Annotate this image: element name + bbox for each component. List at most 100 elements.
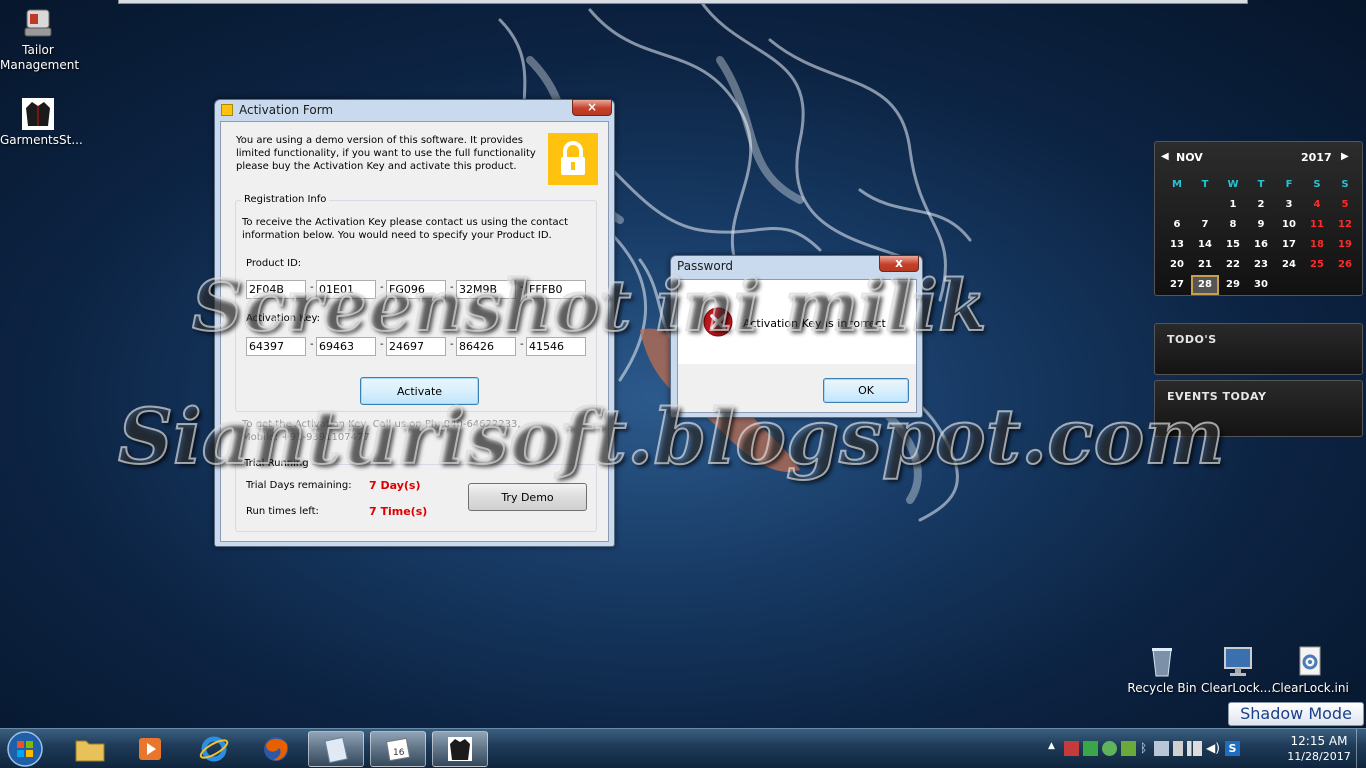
taskbar-explorer[interactable] — [62, 731, 118, 767]
calendar-day[interactable]: 10 — [1275, 215, 1303, 235]
separator: - — [450, 339, 454, 350]
weekday: S — [1313, 179, 1321, 190]
calendar-day[interactable]: 21 — [1191, 255, 1219, 275]
window-title: Activation Form — [239, 103, 334, 117]
taskbar-calendar-app[interactable]: 16 — [370, 731, 426, 767]
taskbar-garments-app[interactable] — [432, 731, 488, 767]
desktop-icon-garments[interactable]: GarmentsSt... — [0, 98, 83, 148]
calendar-day[interactable]: 27 — [1163, 275, 1191, 295]
calendar-day[interactable]: 3 — [1275, 195, 1303, 215]
calendar-day[interactable]: 23 — [1247, 255, 1275, 275]
product-id-field-5[interactable]: FFFB0 — [526, 280, 586, 299]
activation-key-field-4[interactable]: 86426 — [456, 337, 516, 356]
product-id-field-3[interactable]: FG096 — [386, 280, 446, 299]
calendar-day[interactable]: 17 — [1275, 235, 1303, 255]
display-icon[interactable] — [1154, 741, 1169, 756]
calendar-day[interactable]: 14 — [1191, 235, 1219, 255]
start-button[interactable] — [4, 730, 46, 768]
product-id-field-2[interactable]: 01E01 — [316, 280, 376, 299]
calendar-day[interactable]: 8 — [1219, 215, 1247, 235]
calendar-day[interactable]: 2 — [1247, 195, 1275, 215]
product-id-field-1[interactable]: 2F04B — [246, 280, 306, 299]
calendar-day[interactable]: 20 — [1163, 255, 1191, 275]
calendar-day[interactable]: 15 — [1219, 235, 1247, 255]
calendar-day[interactable]: 7 — [1191, 215, 1219, 235]
calendar-day[interactable]: 22 — [1219, 255, 1247, 275]
close-button[interactable]: x — [879, 255, 919, 272]
desktop-icon-label: GarmentsSt... — [0, 133, 83, 147]
jacket-icon — [448, 737, 472, 761]
calendar-day[interactable]: 30 — [1247, 275, 1275, 295]
calendar-day[interactable]: 13 — [1163, 235, 1191, 255]
calendar-day[interactable]: 11 — [1303, 215, 1331, 235]
todos-title: TODO'S — [1167, 333, 1217, 346]
taskbar-media-player[interactable] — [122, 731, 178, 767]
calendar-day[interactable]: 4 — [1303, 195, 1331, 215]
events-gadget[interactable]: EVENTS TODAY — [1154, 380, 1363, 437]
desktop-icon-clearlock[interactable]: ClearLock.... — [1200, 644, 1276, 696]
desktop-icon-tailor-management[interactable]: Tailor Management — [0, 6, 79, 73]
show-desktop-button[interactable] — [1356, 729, 1366, 768]
volume-icon[interactable]: ◀) — [1206, 741, 1221, 756]
desktop-icon-clearlock-ini[interactable]: ClearLock.ini — [1272, 644, 1349, 696]
calendar-day[interactable]: 16 — [1247, 235, 1275, 255]
firefox-icon — [264, 737, 288, 761]
desktop-icon-recycle-bin[interactable]: Recycle Bin — [1124, 644, 1200, 696]
activate-button[interactable]: Activate — [360, 377, 479, 405]
internet-explorer-icon — [199, 736, 229, 762]
activation-key-field-5[interactable]: 41546 — [526, 337, 586, 356]
calendar-grid: M T W T F S S 1 2 3 4 5 6 7 8 9 10 11 12… — [1163, 175, 1359, 295]
bluetooth-icon[interactable]: ᛒ — [1140, 741, 1150, 756]
check-icon[interactable] — [1083, 741, 1098, 756]
device-icon[interactable] — [1173, 741, 1183, 756]
app-s-icon[interactable]: S — [1225, 741, 1240, 756]
registration-info-text: To receive the Activation Key please con… — [242, 217, 569, 241]
calendar-day[interactable]: 24 — [1275, 255, 1303, 275]
ok-button[interactable]: OK — [823, 378, 909, 403]
show-hidden-icons-icon[interactable]: ▲ — [1048, 741, 1060, 756]
calendar-day[interactable]: 26 — [1331, 255, 1359, 275]
calendar-day[interactable]: 9 — [1247, 215, 1275, 235]
calendar-gadget: ◀ NOV 2017 ▶ M T W T F S S 1 2 3 4 5 6 7… — [1154, 141, 1363, 296]
signal-icon[interactable] — [1187, 741, 1202, 756]
taskbar: 16 ▲ ᛒ ◀) S 12:15 AM 11/28/2017 — [0, 728, 1366, 768]
calendar-day[interactable] — [1163, 195, 1191, 215]
flag-icon[interactable] — [1064, 741, 1079, 756]
calendar-day[interactable]: 6 — [1163, 215, 1191, 235]
calendar-day[interactable]: 18 — [1303, 235, 1331, 255]
activation-key-field-1[interactable]: 64397 — [246, 337, 306, 356]
calendar-day-today[interactable]: 28 — [1191, 275, 1219, 295]
close-button[interactable]: × — [572, 99, 612, 116]
update-icon[interactable] — [1121, 741, 1136, 756]
activation-key-field-3[interactable]: 24697 — [386, 337, 446, 356]
calendar-day[interactable]: 1 — [1219, 195, 1247, 215]
prev-month-icon[interactable]: ◀ — [1161, 151, 1169, 162]
todos-gadget[interactable]: TODO'S — [1154, 323, 1363, 375]
monitor-icon — [1221, 644, 1255, 678]
network-share-icon[interactable] — [1102, 741, 1117, 756]
taskbar-notepad[interactable] — [308, 731, 364, 767]
calendar-day[interactable] — [1191, 195, 1219, 215]
next-month-icon[interactable]: ▶ — [1341, 151, 1349, 162]
activation-form-body: You are using a demo version of this sof… — [220, 121, 609, 542]
lock-small-icon — [221, 104, 233, 116]
events-title: EVENTS TODAY — [1167, 390, 1267, 403]
calendar-day[interactable]: 29 — [1219, 275, 1247, 295]
product-id-field-4[interactable]: 32M9B — [456, 280, 516, 299]
error-message: Activation Key is incorrect — [743, 317, 886, 330]
calendar-day[interactable]: 25 — [1303, 255, 1331, 275]
weekday: W — [1227, 179, 1239, 190]
registration-info-title: Registration Info — [241, 194, 330, 205]
shadow-mode-button[interactable]: Shadow Mode — [1228, 702, 1364, 726]
try-demo-button[interactable]: Try Demo — [468, 483, 587, 511]
calendar-day[interactable]: 12 — [1331, 215, 1359, 235]
taskbar-clock[interactable]: 12:15 AM 11/28/2017 — [1282, 734, 1356, 764]
calendar-day[interactable] — [1331, 275, 1359, 295]
taskbar-internet-explorer[interactable] — [186, 731, 242, 767]
calendar-day[interactable]: 19 — [1331, 235, 1359, 255]
calendar-day[interactable] — [1303, 275, 1331, 295]
activation-key-field-2[interactable]: 69463 — [316, 337, 376, 356]
calendar-day[interactable]: 5 — [1331, 195, 1359, 215]
calendar-day[interactable] — [1275, 275, 1303, 295]
taskbar-firefox[interactable] — [248, 731, 304, 767]
